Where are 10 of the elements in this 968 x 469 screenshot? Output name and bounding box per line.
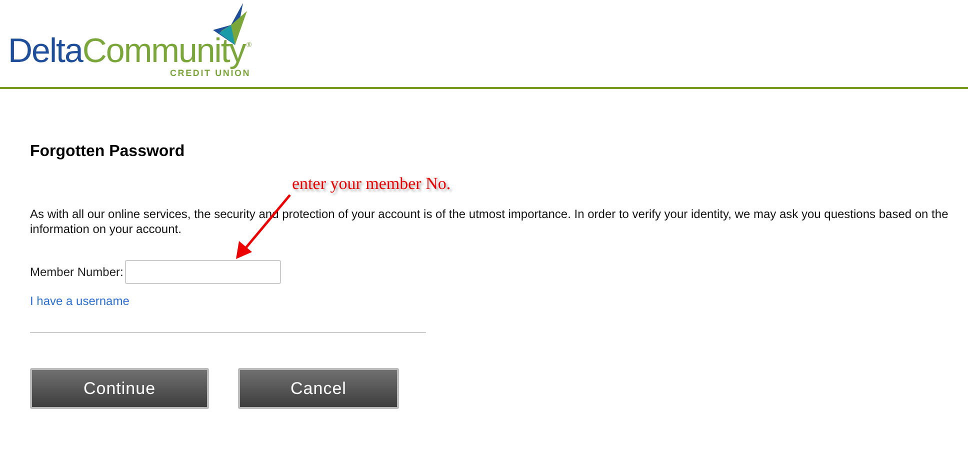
logo-wordmark: Community [82,34,246,68]
logo-wordmark: Delta [8,34,82,68]
member-number-field[interactable] [125,260,282,284]
field-label: Member Number: [30,265,124,279]
continue-button[interactable]: Continue [30,368,209,409]
username-link[interactable]: I have a username [30,294,130,308]
page-title: Forgotten Password [30,143,186,161]
annotation-text: enter your member No. [292,174,451,194]
logo-tagline: CREDIT UNION [170,68,251,78]
cancel-button[interactable]: Cancel [238,368,399,409]
